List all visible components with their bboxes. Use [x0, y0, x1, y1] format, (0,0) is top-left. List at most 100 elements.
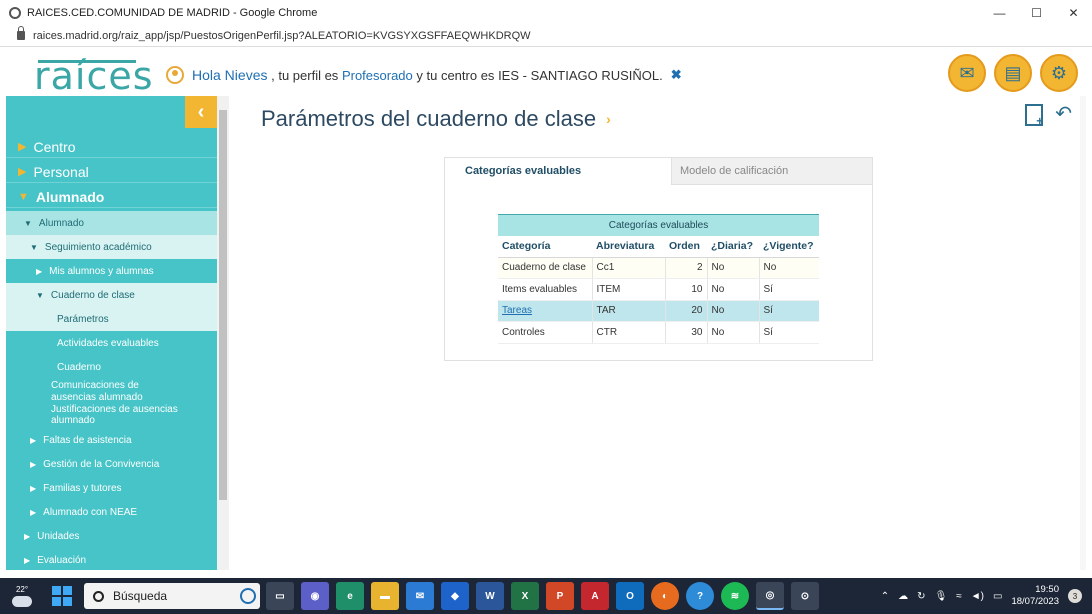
- clock[interactable]: 19:50 18/07/2023: [1011, 584, 1059, 608]
- tab-modelo-calificacion[interactable]: Modelo de calificación: [671, 158, 872, 185]
- settings-gear-icon[interactable]: ⚙: [1040, 54, 1078, 92]
- sidebar-item-convivencia[interactable]: ▶ Gestión de la Convivencia: [6, 452, 217, 476]
- profile-link[interactable]: Profesorado: [342, 68, 413, 83]
- new-document-icon[interactable]: [1025, 104, 1044, 128]
- sidebar-item-justificaciones[interactable]: Justificaciones de ausencias alumnado: [6, 404, 217, 426]
- notifications-badge[interactable]: 3: [1068, 589, 1082, 603]
- taskbar-search[interactable]: Búsqueda: [84, 583, 260, 609]
- change-profile-icon[interactable]: ✖: [671, 67, 682, 83]
- volume-icon[interactable]: ◄): [971, 591, 984, 602]
- column-header-categoria[interactable]: Categoría: [498, 236, 592, 258]
- acrobat-icon[interactable]: A: [581, 582, 609, 610]
- battery-icon[interactable]: ▭: [993, 591, 1002, 602]
- sidebar-item-cuaderno[interactable]: Cuaderno: [6, 355, 217, 379]
- file-explorer-icon[interactable]: ▬: [371, 582, 399, 610]
- page-content: raíces Hola Nieves , tu perfil es Profes…: [6, 48, 1086, 570]
- sidebar-item-seguimiento[interactable]: ▼ Seguimiento académico: [6, 235, 217, 259]
- sidebar-item-alumnado[interactable]: ▼ Alumnado: [6, 186, 217, 208]
- sidebar-item-mis-alumnos[interactable]: ▶ Mis alumnos y alumnas: [6, 259, 217, 283]
- sidebar-item-familias[interactable]: ▶ Familias y tutores: [6, 476, 217, 500]
- minimize-button[interactable]: —: [981, 0, 1018, 25]
- sidebar-item-actividades-evaluables[interactable]: Actividades evaluables: [6, 331, 217, 355]
- cell-diaria: No: [707, 278, 760, 301]
- system-tray: ⌃ ☁ ↻ 🎙 ≈ ◄) ▭ 19:50 18/07/2023 3: [881, 578, 1092, 614]
- page-scrollbar[interactable]: [1080, 96, 1086, 570]
- obs-icon[interactable]: ⊙: [791, 582, 819, 610]
- sidebar-item-comunicaciones[interactable]: Comunicaciones de ausencias alumnado: [6, 378, 186, 406]
- triangle-right-icon: ▶: [18, 141, 27, 153]
- excel-icon[interactable]: X: [511, 582, 539, 610]
- column-header-abreviatura[interactable]: Abreviatura: [592, 236, 665, 258]
- task-view-icon[interactable]: ▭: [266, 582, 294, 610]
- sidebar-item-faltas[interactable]: ▶ Faltas de asistencia: [6, 428, 217, 452]
- cell-diaria: No: [707, 321, 760, 344]
- edge-icon[interactable]: e: [336, 582, 364, 610]
- tab-bar: Categorías evaluables Modelo de califica…: [445, 158, 872, 185]
- table-row-highlighted[interactable]: Tareas TAR 20 No Sí: [498, 300, 819, 322]
- page-actions: ↶: [1025, 104, 1072, 128]
- wifi-icon[interactable]: ≈: [956, 591, 962, 602]
- sidebar-scroll-thumb[interactable]: [219, 110, 227, 500]
- back-arrow-icon[interactable]: ↶: [1055, 104, 1072, 126]
- chevron-up-icon[interactable]: ⌃: [881, 591, 889, 602]
- onedrive-icon[interactable]: ☁: [898, 591, 908, 602]
- documents-icon[interactable]: ▤: [994, 54, 1032, 92]
- search-icon: [93, 590, 104, 602]
- triangle-right-icon: ▶: [24, 555, 31, 565]
- sidebar-scrollbar[interactable]: [217, 96, 229, 570]
- bing-icon[interactable]: [240, 588, 256, 604]
- sidebar-item-unidades[interactable]: ▶ Unidades: [6, 524, 217, 548]
- chrome-icon[interactable]: ◎: [756, 582, 784, 610]
- table-row[interactable]: Controles CTR 30 No Sí: [498, 321, 819, 344]
- cell-orden: 20: [665, 300, 708, 322]
- outlook-icon[interactable]: O: [616, 582, 644, 610]
- cell-abreviatura: TAR: [592, 300, 666, 322]
- sidebar-item-centro[interactable]: ▶ Centro: [6, 136, 217, 158]
- windows-start-icon[interactable]: [52, 586, 72, 606]
- sidebar-item-evaluacion[interactable]: ▶ Evaluación: [6, 548, 217, 570]
- lock-icon[interactable]: [17, 26, 25, 40]
- sync-icon[interactable]: ↻: [917, 591, 925, 602]
- sidebar-item-cuaderno-de-clase[interactable]: ▼ Cuaderno de clase: [6, 283, 217, 307]
- cell-categoria: Controles: [498, 321, 593, 344]
- microphone-icon[interactable]: 🎙: [935, 591, 948, 602]
- maximize-button[interactable]: ☐: [1018, 0, 1055, 25]
- column-header-orden[interactable]: Orden: [665, 236, 707, 258]
- sidebar: ▶ Centro ▶ Personal ▼ Alumnado ▼ Alumnado ▼ S…: [6, 96, 217, 570]
- powerpoint-icon[interactable]: P: [546, 582, 574, 610]
- mail-icon[interactable]: ✉: [948, 54, 986, 92]
- window-title: RAICES.CED.COMUNIDAD DE MADRID - Google …: [27, 6, 318, 19]
- help-icon[interactable]: ?: [686, 582, 714, 610]
- firefox-icon[interactable]: ◐: [651, 582, 679, 610]
- table-row[interactable]: Items evaluables ITEM 10 No Sí: [498, 278, 819, 301]
- raices-logo[interactable]: raíces: [34, 54, 154, 98]
- column-header-diaria[interactable]: ¿Diaria?: [707, 236, 759, 258]
- search-placeholder: Búsqueda: [113, 589, 168, 603]
- sidebar-item-neae[interactable]: ▶ Alumnado con NEAE: [6, 500, 217, 524]
- categoria-link[interactable]: Tareas: [502, 305, 532, 316]
- sidebar-item-parametros[interactable]: Parámetros: [6, 307, 217, 331]
- weather-widget[interactable]: 22°: [0, 578, 44, 614]
- word-icon[interactable]: W: [476, 582, 504, 610]
- column-header-vigente[interactable]: ¿Vigente?: [759, 236, 819, 258]
- user-icon: [166, 66, 184, 84]
- chevron-right-icon[interactable]: ›: [606, 111, 611, 127]
- table-caption: Categorías evaluables: [498, 214, 819, 236]
- mail-app-icon[interactable]: ✉: [406, 582, 434, 610]
- temperature: 22°: [15, 585, 29, 594]
- sidebar-item-personal[interactable]: ▶ Personal: [6, 161, 217, 183]
- dropbox-icon[interactable]: ◆: [441, 582, 469, 610]
- tab-categorias-evaluables[interactable]: Categorías evaluables: [445, 158, 671, 185]
- spotify-icon[interactable]: ≋: [721, 582, 749, 610]
- top-actions: ✉ ▤ ⚙: [948, 54, 1078, 92]
- taskbar: 22° Búsqueda ▭ ◉ e ▬ ✉ ◆ W X P A O ◐ ? ≋…: [0, 578, 1092, 614]
- sidebar-item-alumnado-sub[interactable]: ▼ Alumnado: [6, 211, 217, 235]
- teams-icon[interactable]: ◉: [301, 582, 329, 610]
- title-bar: RAICES.CED.COMUNIDAD DE MADRID - Google …: [0, 0, 1092, 25]
- center-name: IES - SANTIAGO RUSIÑOL.: [498, 67, 663, 83]
- close-button[interactable]: ✕: [1055, 0, 1092, 25]
- table-row[interactable]: Cuaderno de clase Cc1 2 No No: [498, 257, 819, 279]
- url-text[interactable]: raices.madrid.org/raiz_app/jsp/PuestosOr…: [33, 30, 531, 42]
- address-bar[interactable]: raices.madrid.org/raiz_app/jsp/PuestosOr…: [0, 25, 1092, 47]
- collapse-sidebar-button[interactable]: ‹: [185, 96, 217, 128]
